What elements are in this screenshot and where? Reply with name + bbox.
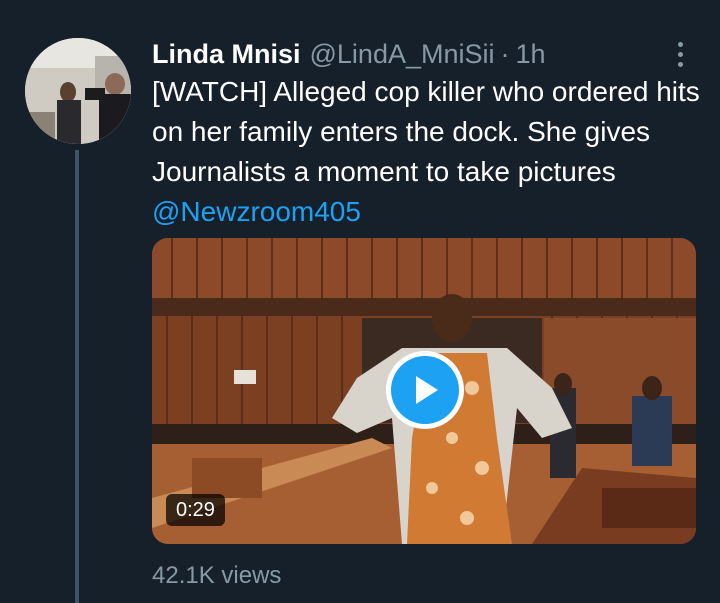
tweet-text: [WATCH] Alleged cop killer who ordered h… bbox=[152, 72, 702, 232]
thread-line bbox=[75, 150, 79, 603]
author-avatar[interactable] bbox=[25, 38, 131, 144]
author-name[interactable]: Linda Mnisi bbox=[152, 39, 301, 70]
more-dot bbox=[677, 51, 683, 57]
tweet-header: Linda Mnisi @LindA_MniSii · 1h bbox=[152, 34, 546, 74]
mention-link[interactable]: @Newzroom405 bbox=[152, 196, 361, 227]
play-button[interactable] bbox=[386, 351, 464, 429]
header-separator: · bbox=[500, 38, 510, 69]
more-dot bbox=[677, 61, 683, 67]
view-count: 42.1K views bbox=[152, 562, 282, 589]
more-options-button[interactable] bbox=[668, 36, 692, 72]
more-vertical-icon bbox=[677, 41, 683, 47]
tweet-body: [WATCH] Alleged cop killer who ordered h… bbox=[152, 76, 700, 187]
video-duration-badge: 0:29 bbox=[166, 494, 225, 526]
tweet-timestamp[interactable]: 1h bbox=[516, 39, 546, 70]
play-icon bbox=[391, 356, 459, 424]
author-handle[interactable]: @LindA_MniSii bbox=[310, 39, 495, 70]
